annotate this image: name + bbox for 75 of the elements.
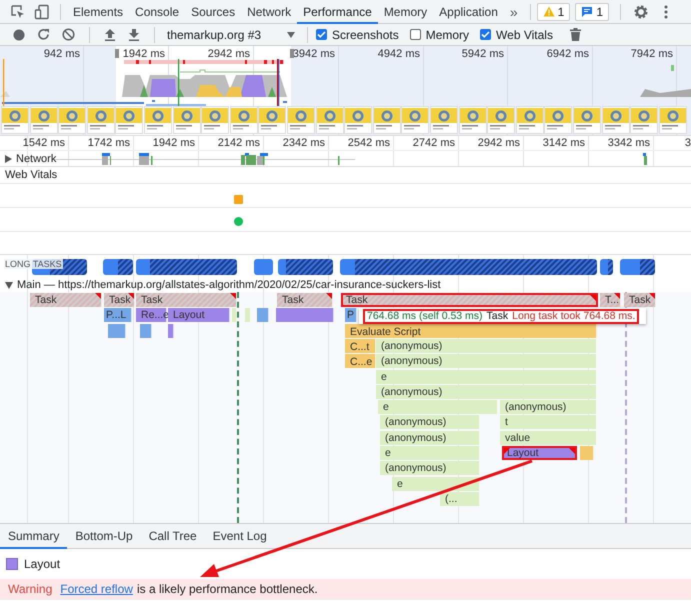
flame-entry[interactable]: P xyxy=(345,308,357,322)
checkbox-label: Web Vitals xyxy=(496,28,553,42)
flame-entry[interactable]: (anonymous) xyxy=(376,354,597,368)
flame-entry[interactable]: Task xyxy=(30,293,102,307)
time-tick: 2742 ms xyxy=(412,137,455,149)
flame-entry[interactable]: value xyxy=(500,430,597,445)
flame-entry[interactable]: (anonymous) xyxy=(380,415,480,430)
forced-reflow-link[interactable]: Forced reflow xyxy=(60,582,133,596)
track-label: Web Vitals xyxy=(5,169,58,181)
time-tick: 2942 ms xyxy=(208,48,250,60)
panel-tab[interactable]: Console xyxy=(129,0,186,24)
time-tick: 2542 ms xyxy=(348,137,390,149)
flame-entry[interactable]: (anonymous) xyxy=(376,338,597,353)
flame-entry[interactable]: (anonymous) xyxy=(380,461,480,476)
tooltip-warning: Long task took 764.68 ms. xyxy=(512,310,636,322)
details-tab[interactable]: Bottom-Up xyxy=(67,524,141,549)
checkbox-label: Memory xyxy=(426,28,470,42)
track-label[interactable]: Network xyxy=(16,152,56,164)
time-tick: 1942 ms xyxy=(122,48,165,60)
flame-entry[interactable]: C...e xyxy=(345,354,376,368)
panel-tab[interactable]: Application xyxy=(433,0,504,24)
flame-entry[interactable]: e xyxy=(392,476,480,491)
time-tick: 3942 ms xyxy=(292,48,335,60)
profile-select[interactable]: themarkup.org #3 xyxy=(163,28,299,42)
flame-entry[interactable]: t xyxy=(500,415,597,430)
flame-entry[interactable]: C...t xyxy=(345,338,376,353)
flame-entry[interactable]: Layout xyxy=(168,308,230,322)
flame-entry[interactable]: e xyxy=(380,446,480,460)
flame-entry[interactable]: Task xyxy=(277,293,333,307)
flame-entry[interactable]: Task xyxy=(136,293,237,307)
flame-entry[interactable]: e xyxy=(376,370,597,384)
time-tick: 5942 ms xyxy=(462,48,504,60)
flame-entry[interactable]: (... xyxy=(440,492,480,506)
panel-tab[interactable]: Network xyxy=(241,0,298,24)
flame-entry[interactable]: e xyxy=(378,400,498,414)
time-tick: 3142 ms xyxy=(542,137,585,149)
time-tick: 3 xyxy=(684,137,691,149)
warning-label: Warning xyxy=(8,582,52,596)
details-tab[interactable]: Summary xyxy=(0,524,68,549)
summary-title: Layout xyxy=(24,557,60,571)
flame-entry[interactable]: (anonymous) xyxy=(500,400,597,414)
time-tick: 3342 ms xyxy=(608,137,650,149)
time-tick: 2142 ms xyxy=(218,137,260,149)
messages-badge[interactable]: 1 xyxy=(575,2,610,20)
more-tabs-button[interactable]: » xyxy=(504,4,524,20)
details-tab[interactable]: Call Tree xyxy=(140,524,205,549)
checkbox-label: Screenshots xyxy=(332,28,399,42)
time-tick: 4942 ms xyxy=(378,48,420,60)
flame-entry[interactable]: P...L xyxy=(104,308,132,322)
time-tick: 1742 ms xyxy=(88,137,130,149)
time-tick: 6942 ms xyxy=(546,48,589,60)
time-tick: 2342 ms xyxy=(282,137,325,149)
warning-message: is a likely performance bottleneck. xyxy=(136,582,318,596)
flame-entry[interactable]: Task xyxy=(341,293,598,307)
time-tick: 7942 ms xyxy=(630,48,673,60)
flame-entry[interactable]: (anonymous) xyxy=(380,430,480,445)
time-tick: 1942 ms xyxy=(152,137,195,149)
time-tick: 1542 ms xyxy=(22,137,65,149)
flame-entry[interactable]: T... xyxy=(600,293,621,307)
panel-tab[interactable]: Memory xyxy=(378,0,434,24)
flame-entry[interactable]: (anonymous) xyxy=(376,384,597,399)
tooltip-duration: 764.68 ms (self 0.53 ms) xyxy=(367,310,483,322)
tooltip-title: Task xyxy=(486,310,508,322)
panel-tab[interactable]: Elements xyxy=(67,0,130,24)
flame-entry[interactable]: Task xyxy=(624,293,656,307)
time-tick: 942 ms xyxy=(44,48,80,60)
panel-tab[interactable]: Sources xyxy=(185,0,242,24)
warnings-badge[interactable]: 1 xyxy=(536,2,570,20)
flame-entry[interactable]: Task xyxy=(104,293,135,307)
flame-entry[interactable]: Layout xyxy=(502,446,577,460)
track-label[interactable]: Main — https://themarkup.org/allstates-algorithm/2020/02/25/car-insurance-suckers-list xyxy=(17,279,441,291)
details-tab[interactable]: Event Log xyxy=(204,524,275,549)
flame-entry[interactable]: Evaluate Script xyxy=(345,324,597,338)
track-label: LONG TASKS xyxy=(4,259,63,269)
time-tick: 2942 ms xyxy=(478,137,520,149)
